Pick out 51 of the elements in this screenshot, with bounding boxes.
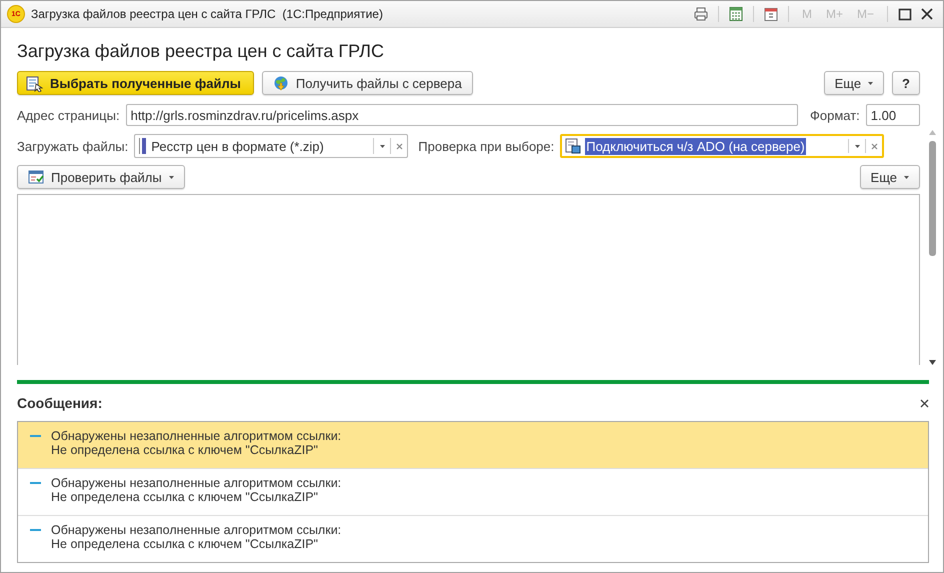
messages-title: Сообщения: [17, 395, 102, 411]
message-detail: Не определена ссылка с ключем "СсылкаZIP" [51, 443, 319, 457]
field-label: Проверка при выборе: [418, 138, 554, 154]
dropdown-arrow-icon [868, 82, 874, 84]
message-detail: Не определена ссылка с ключем "СсылкаZIP" [51, 490, 319, 504]
message-text: Обнаружены незаполненные алгоритмом ссылки: [51, 476, 342, 490]
file-list[interactable] [17, 194, 920, 365]
help-button[interactable]: ? [892, 71, 920, 95]
calculator-icon [728, 6, 744, 22]
field-label: Формат: [810, 108, 860, 122]
scrollbar-thumb[interactable] [929, 141, 936, 256]
printer-icon [692, 6, 709, 22]
maximize-icon [897, 6, 913, 22]
file-type-combo[interactable]: Ресстр цен в формате (*.zip) [134, 134, 408, 158]
dropdown-arrow-icon [168, 176, 174, 178]
more-button[interactable]: Еще [824, 71, 884, 95]
checklist-icon [28, 169, 44, 185]
dash-icon [30, 482, 41, 484]
clear-icon [870, 142, 878, 150]
window-title: Загрузка файлов реестра цен с сайта ГРЛС (1С:Предприятие) [31, 7, 384, 21]
get-files-button[interactable]: Получить файлы с сервера [262, 71, 473, 95]
address-field[interactable]: http://grls.rosminzdrav.ru/pricelims.aspx [126, 104, 798, 126]
message-item[interactable]: Обнаружены незаполненные алгоритмом ссылки: Не определена ссылка с ключем "СсылкаZIP" [18, 468, 928, 515]
field-label: Адрес страницы: [17, 108, 120, 122]
dash-icon [30, 435, 41, 437]
document-cursor-icon [26, 74, 43, 92]
close-icon[interactable] [920, 398, 929, 408]
check-mode-combo[interactable]: Подключиться ч/з ADO (на сервере) [560, 134, 884, 158]
calendar-icon [762, 6, 779, 22]
message-text: Обнаружены незаполненные алгоритмом ссылки: [51, 523, 342, 537]
connection-icon [565, 138, 582, 154]
more-button[interactable]: Еще [860, 165, 920, 189]
message-text: Обнаружены незаполненные алгоритмом ссылки: [51, 429, 342, 443]
check-files-button[interactable]: Проверить файлы [17, 165, 185, 189]
globe-icon [272, 75, 289, 91]
dropdown-arrow-icon [380, 144, 385, 148]
message-item[interactable]: Обнаружены незаполненные алгоритмом ссылки: Не определена ссылка с ключем "СсылкаZIP" [18, 422, 928, 468]
message-item[interactable]: Обнаружены незаполненные алгоритмом ссылки: Не определена ссылка с ключем "СсылкаZIP" [18, 515, 928, 562]
select-files-button[interactable]: Выбрать полученные файлы [17, 71, 254, 95]
form-title: Загрузка файлов реестра цен с сайта ГРЛС [17, 40, 385, 63]
scroll-up-icon [929, 130, 936, 135]
clear-icon [396, 142, 403, 150]
dropdown-arrow-icon [854, 144, 860, 148]
scroll-down-icon [929, 360, 936, 365]
format-field[interactable]: 1.00 [866, 104, 920, 126]
message-detail: Не определена ссылка с ключем "СсылкаZIP" [51, 537, 319, 551]
dash-icon [30, 529, 41, 531]
close-icon [919, 6, 935, 22]
dropdown-arrow-icon [904, 176, 909, 178]
field-label: Загружать файлы: [17, 138, 128, 154]
file-type-icon [138, 137, 148, 155]
